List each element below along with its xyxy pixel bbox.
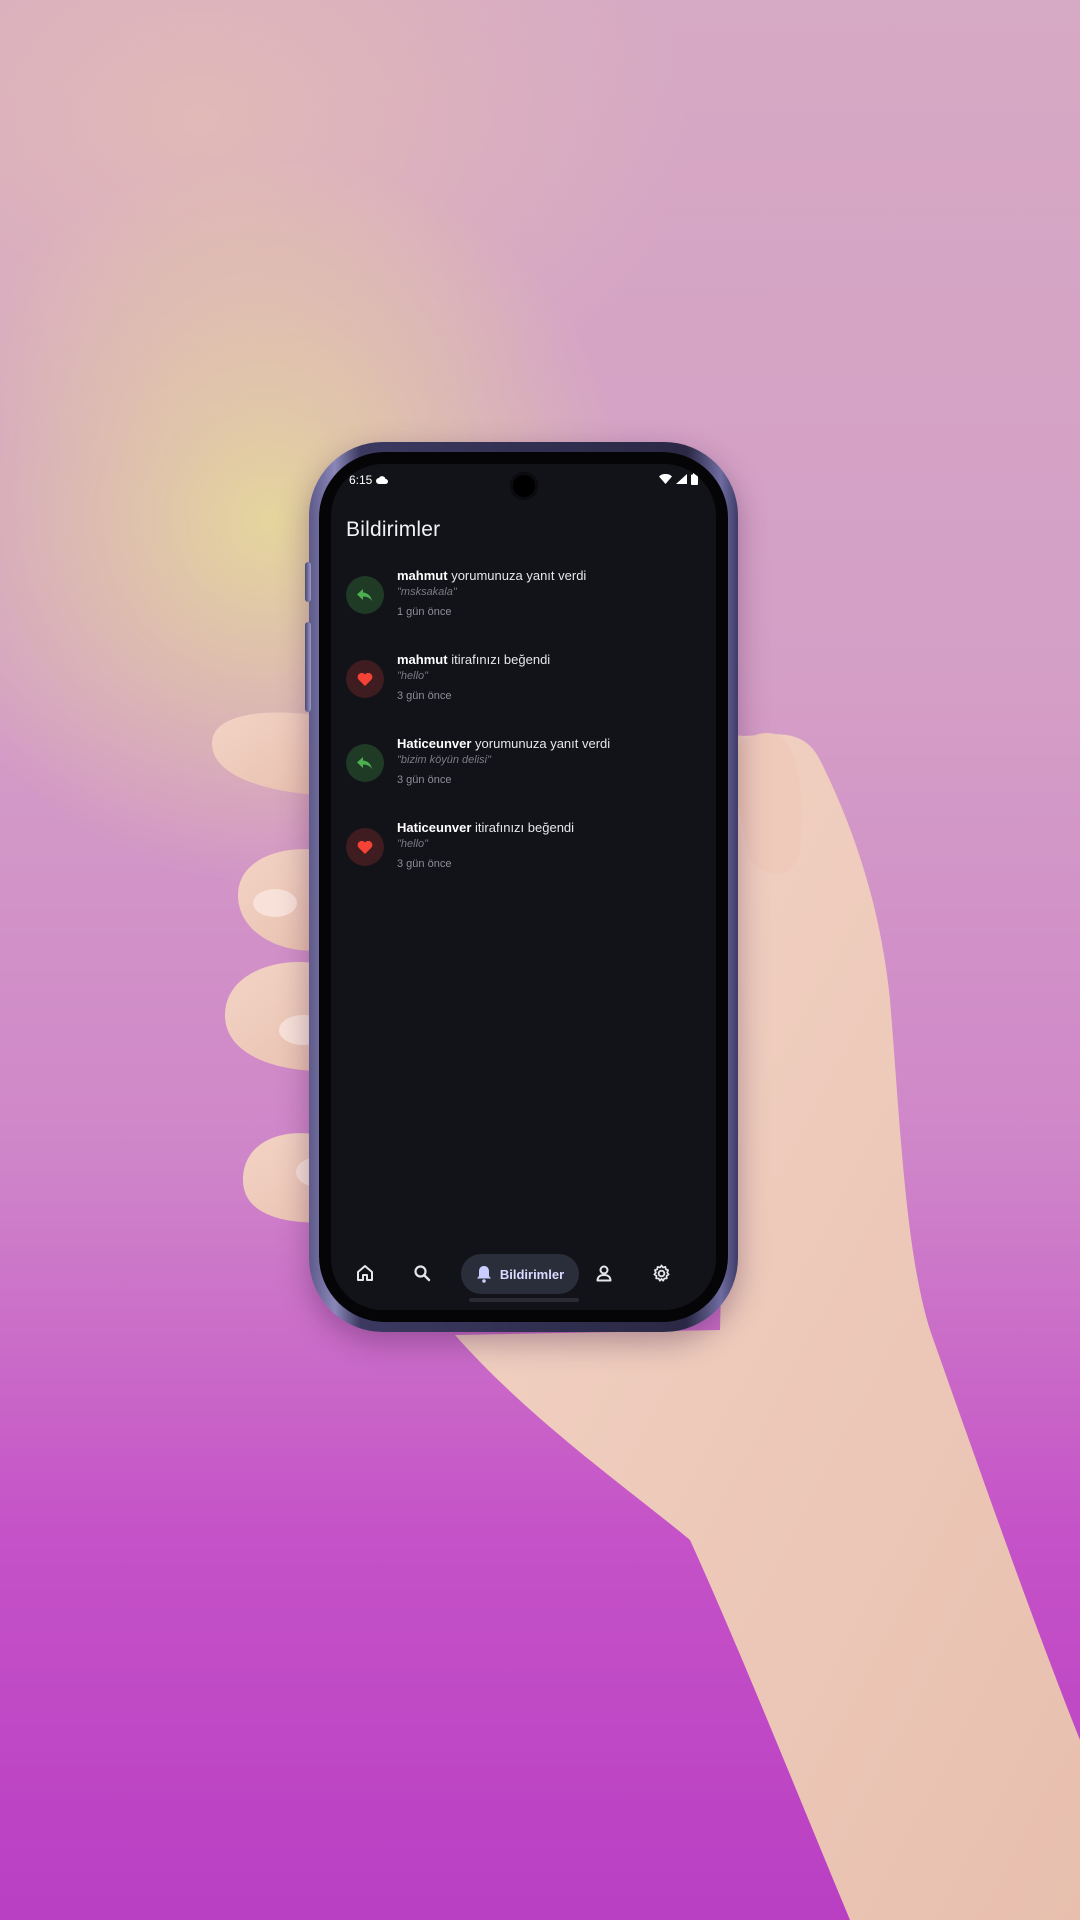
home-icon	[357, 1265, 373, 1281]
nav-notifications[interactable]: Bildirimler	[461, 1254, 579, 1294]
notification-text: mahmut yorumunuza yanıt verdi "msksakala…	[397, 568, 706, 619]
bottom-navigation: Bildirimler	[331, 1238, 716, 1310]
gesture-bar	[468, 1298, 579, 1302]
reply-icon	[346, 744, 384, 782]
person-icon	[596, 1265, 612, 1282]
notification-time: 3 gün önce	[397, 774, 452, 786]
cloud-icon	[376, 476, 389, 484]
wifi-icon	[659, 474, 672, 484]
notification-item[interactable]: mahmut itirafınızı beğendi "hello" 3 gün…	[331, 652, 716, 736]
notification-item[interactable]: Haticeunver yorumunuza yanıt verdi "bizi…	[331, 736, 716, 820]
phone-frame: 6:15 Bildirimler mahmut yorumunuza yanıt…	[305, 442, 738, 1332]
nav-profile[interactable]	[587, 1256, 621, 1290]
page-title: Bildirimler	[346, 518, 441, 541]
notification-quote: "hello"	[397, 670, 429, 682]
notification-text: mahmut itirafınızı beğendi "hello" 3 gün…	[397, 652, 706, 703]
notification-user[interactable]: Haticeunver	[397, 820, 471, 835]
gear-icon	[653, 1264, 669, 1282]
heart-icon	[346, 828, 384, 866]
search-icon	[414, 1265, 431, 1282]
notification-message: Haticeunver itirafınızı beğendi	[397, 820, 706, 836]
notification-message: mahmut yorumunuza yanıt verdi	[397, 568, 706, 584]
notification-time: 3 gün önce	[397, 858, 452, 870]
notification-action: yorumunuza yanıt verdi	[451, 568, 587, 583]
reply-icon	[346, 576, 384, 614]
notification-action: yorumunuza yanıt verdi	[475, 736, 611, 751]
nav-notifications-label: Bildirimler	[499, 1266, 565, 1282]
heart-icon	[346, 660, 384, 698]
nav-search[interactable]	[405, 1256, 439, 1290]
nav-home[interactable]	[348, 1256, 382, 1290]
status-time-group: 6:15	[349, 473, 389, 487]
notification-list: mahmut yorumunuza yanıt verdi "msksakala…	[331, 568, 716, 904]
battery-icon	[691, 473, 698, 485]
notification-user[interactable]: mahmut	[397, 652, 448, 667]
status-icons	[659, 473, 698, 485]
notification-text: Haticeunver itirafınızı beğendi "hello" …	[397, 820, 706, 871]
status-time: 6:15	[349, 473, 373, 487]
notification-text: Haticeunver yorumunuza yanıt verdi "bizi…	[397, 736, 706, 787]
notification-message: mahmut itirafınızı beğendi	[397, 652, 706, 668]
volume-button	[305, 622, 311, 712]
notification-quote: "msksakala"	[397, 586, 457, 598]
notification-item[interactable]: Haticeunver itirafınızı beğendi "hello" …	[331, 820, 716, 904]
notification-user[interactable]: mahmut	[397, 568, 448, 583]
nav-settings[interactable]	[644, 1256, 678, 1290]
notification-item[interactable]: mahmut yorumunuza yanıt verdi "msksakala…	[331, 568, 716, 652]
notification-message: Haticeunver yorumunuza yanıt verdi	[397, 736, 706, 752]
notification-quote: "hello"	[397, 838, 429, 850]
app-screen: 6:15 Bildirimler mahmut yorumunuza yanıt…	[331, 464, 716, 1310]
bell-icon	[476, 1266, 491, 1283]
notification-time: 3 gün önce	[397, 690, 452, 702]
signal-icon	[676, 474, 687, 484]
notification-time: 1 gün önce	[397, 606, 452, 618]
notification-user[interactable]: Haticeunver	[397, 736, 471, 751]
camera-cutout	[509, 472, 538, 500]
notification-action: itirafınızı beğendi	[475, 820, 575, 835]
status-bar: 6:15	[331, 464, 716, 500]
power-button	[305, 562, 311, 602]
notification-action: itirafınızı beğendi	[451, 652, 551, 667]
notification-quote: "bizim köyün delisi"	[397, 754, 492, 766]
